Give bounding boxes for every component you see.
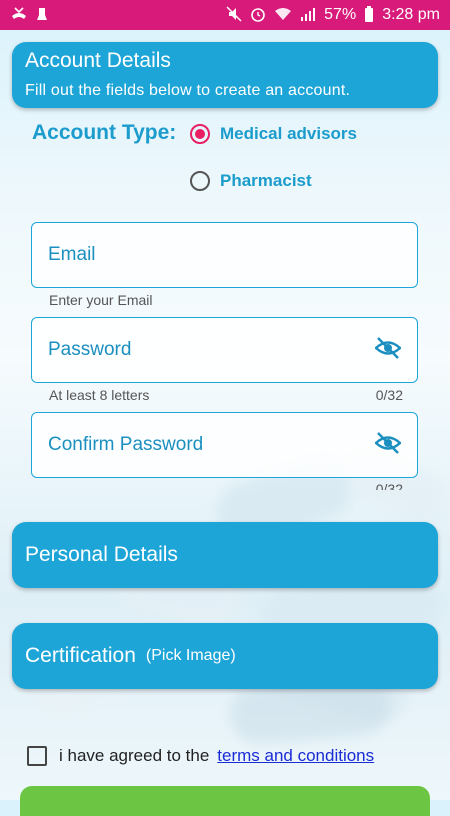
personal-details-header[interactable]: Personal Details xyxy=(12,522,438,588)
battery-icon xyxy=(364,6,374,24)
radio-unselected-icon[interactable] xyxy=(190,171,210,191)
status-bar: 57% 3:28 pm xyxy=(0,0,450,30)
pick-image-hint: (Pick Image) xyxy=(145,647,236,664)
alarm-icon xyxy=(250,6,266,24)
radio-label-pharmacist: Pharmacist xyxy=(220,171,312,190)
password-char-counter: 0/32 xyxy=(375,387,403,403)
account-details-header[interactable]: Account Details Fill out the fields belo… xyxy=(12,42,438,108)
battery-percent: 57% xyxy=(324,6,357,23)
email-field[interactable]: Email xyxy=(31,222,418,288)
certification-title: Certification xyxy=(25,644,136,667)
radio-selected-icon[interactable] xyxy=(190,124,210,144)
terms-text: i have agreed to the xyxy=(59,746,210,765)
terms-link[interactable]: terms and conditions xyxy=(217,746,374,766)
wifi-icon xyxy=(274,7,292,23)
radio-medical-advisors[interactable]: Medical advisors xyxy=(190,124,357,144)
signal-icon xyxy=(300,7,316,23)
visibility-off-icon[interactable] xyxy=(374,336,402,364)
clock: 3:28 pm xyxy=(382,6,440,23)
mute-icon xyxy=(226,6,242,24)
submit-button[interactable] xyxy=(20,786,430,816)
certification-header[interactable]: Certification (Pick Image) xyxy=(12,623,438,689)
missed-call-icon xyxy=(10,7,28,23)
radio-pharmacist[interactable]: Pharmacist xyxy=(190,171,312,191)
account-type-label: Account Type: xyxy=(32,121,177,144)
personal-details-title: Personal Details xyxy=(25,543,178,566)
confirm-password-field-label: Confirm Password xyxy=(48,434,204,455)
email-field-label: Email xyxy=(48,244,96,265)
visibility-off-icon[interactable] xyxy=(374,431,402,459)
terms-checkbox[interactable] xyxy=(27,746,47,766)
confirm-password-char-counter: 0/32 xyxy=(375,481,403,490)
notification-icon xyxy=(36,6,48,24)
password-field[interactable]: Password xyxy=(31,317,418,383)
radio-label-medical-advisors: Medical advisors xyxy=(220,124,358,143)
password-helper-text: At least 8 letters xyxy=(49,387,150,403)
email-helper-text: Enter your Email xyxy=(49,292,153,308)
terms-row: i have agreed to the terms and condition… xyxy=(27,746,374,766)
account-details-title: Account Details xyxy=(25,49,171,72)
password-field-label: Password xyxy=(48,339,132,360)
account-details-subtitle: Fill out the fields below to create an a… xyxy=(25,82,351,99)
confirm-password-field[interactable]: Confirm Password xyxy=(31,412,418,478)
